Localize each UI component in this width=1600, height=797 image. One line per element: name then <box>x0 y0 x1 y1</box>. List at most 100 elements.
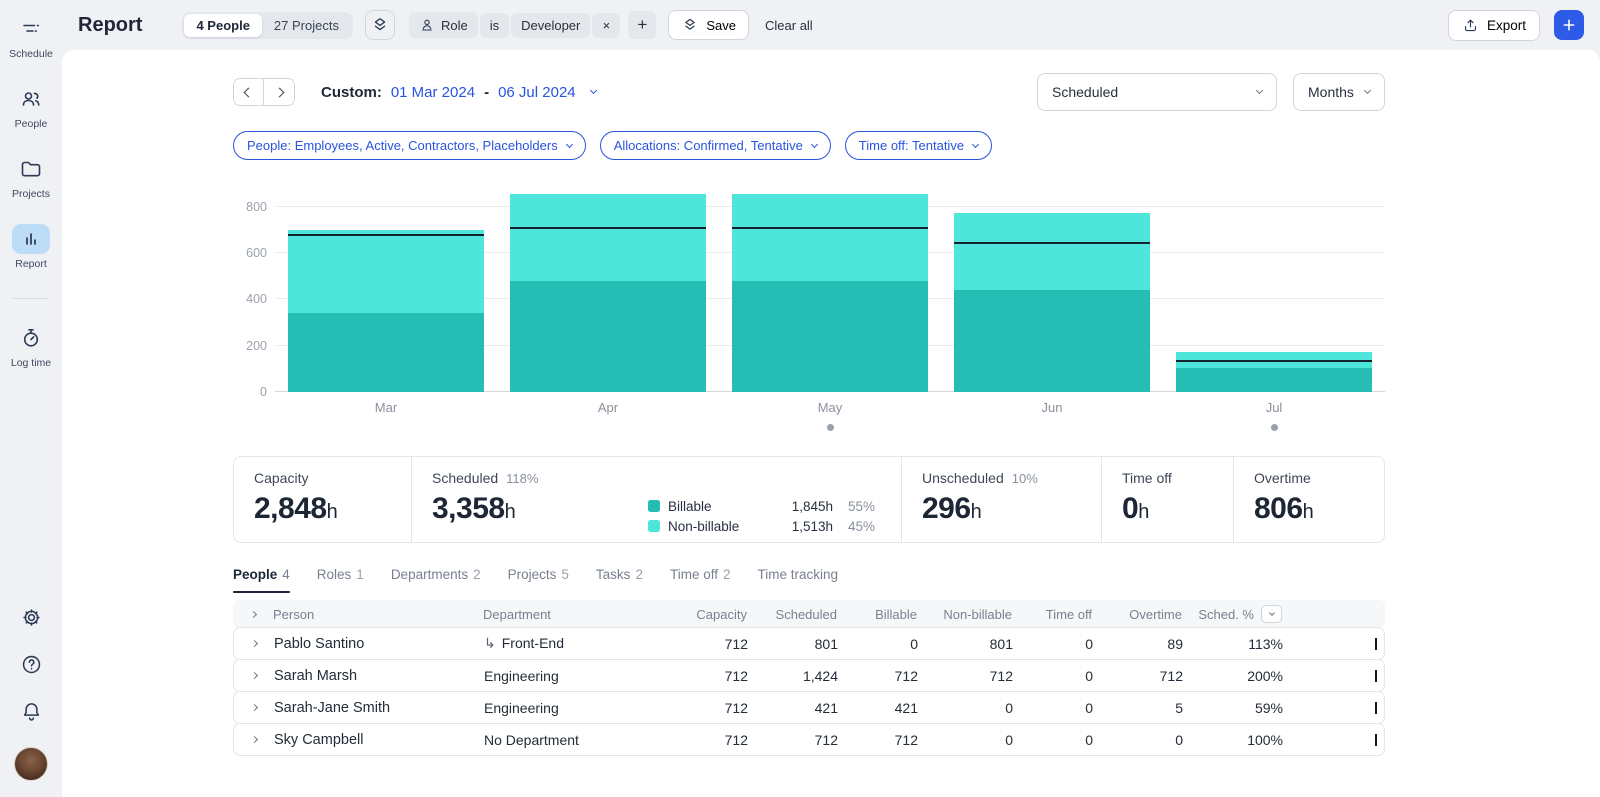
sched-pct-cell: 200% <box>1189 668 1289 684</box>
user-avatar[interactable] <box>14 747 48 781</box>
utilization-bar <box>1289 734 1386 746</box>
filter-pill[interactable]: Time off: Tentative <box>845 131 992 160</box>
sidebar-item-people[interactable]: People <box>12 84 50 130</box>
tab[interactable]: Time tracking <box>757 563 838 593</box>
billable-cell: 712 <box>844 732 924 748</box>
clear-all-button[interactable]: Clear all <box>765 18 813 33</box>
save-button[interactable]: Save <box>668 10 749 40</box>
capacity-line <box>732 227 927 229</box>
sidebar-item-log-time[interactable]: Log time <box>11 323 51 369</box>
time-off-cell: 0 <box>1019 668 1099 684</box>
capacity-line <box>510 227 705 229</box>
overtime-value: 806h <box>1254 492 1384 526</box>
range-chevron-icon[interactable] <box>590 87 597 94</box>
sidebar-item-report[interactable]: Report <box>12 224 50 270</box>
next-period-button[interactable] <box>264 78 295 106</box>
capacity-tick <box>1375 734 1377 746</box>
chart-legend: Billable 1,845h 55% Non-billable 1,513h … <box>648 499 875 534</box>
chart-bar-jul[interactable] <box>1163 186 1385 392</box>
folder-icon <box>12 154 50 184</box>
filter-op-chip[interactable]: is <box>480 13 509 38</box>
start-date[interactable]: 01 Mar 2024 <box>391 84 475 101</box>
x-axis-label: May <box>719 400 941 431</box>
sidebar-divider <box>13 298 49 299</box>
scope-pill-group: 4 People 27 Projects <box>182 12 353 39</box>
expand-row-icon[interactable] <box>234 673 274 678</box>
date-nav <box>233 78 295 106</box>
prev-period-button[interactable] <box>233 78 264 106</box>
notifications-bell-icon[interactable] <box>20 700 43 723</box>
capacity-cell: 712 <box>674 636 754 652</box>
export-button[interactable]: Export <box>1448 10 1540 41</box>
people-scope-pill[interactable]: 4 People <box>184 14 261 37</box>
time-off-cell: 0 <box>1019 700 1099 716</box>
table-row[interactable]: Sky Campbell ↳No Department 712 712 712 … <box>233 723 1385 756</box>
person-name[interactable]: Sarah Marsh <box>274 668 484 684</box>
utilization-bar <box>1289 638 1386 650</box>
overtime-card: Overtime 806h <box>1233 457 1384 542</box>
interval-select[interactable]: Months <box>1293 73 1385 111</box>
chart-bars <box>275 186 1385 392</box>
month-marker-dot[interactable] <box>1271 424 1278 431</box>
people-table: Person Department Capacity Scheduled Bil… <box>233 600 1385 756</box>
overtime-cell: 712 <box>1099 668 1189 684</box>
filter-field-chip[interactable]: Role <box>409 12 478 38</box>
end-date[interactable]: 06 Jul 2024 <box>498 84 576 101</box>
table-row[interactable]: Sarah Marsh ↳Engineering 712 1,424 712 7… <box>233 659 1385 692</box>
tab[interactable]: Tasks 2 <box>596 563 643 593</box>
overtime-cell: 89 <box>1099 636 1189 652</box>
scheduled-cell: 421 <box>754 700 844 716</box>
sched-pct-options-button[interactable] <box>1261 605 1282 623</box>
chart-bar-may[interactable] <box>719 186 941 392</box>
settings-gear-icon[interactable] <box>20 606 43 629</box>
billable-cell: 712 <box>844 668 924 684</box>
table-row[interactable]: Sarah-Jane Smith ↳Engineering 712 421 42… <box>233 691 1385 724</box>
chart-bar-jun[interactable] <box>941 186 1163 392</box>
chart-bar-mar[interactable] <box>275 186 497 392</box>
tab[interactable]: Time off 2 <box>670 563 731 593</box>
capacity-cell: 712 <box>674 668 754 684</box>
scheduled-chart: 0200400600800 <box>233 186 1385 392</box>
person-name[interactable]: Pablo Santino <box>274 636 484 652</box>
month-marker-dot[interactable] <box>827 424 834 431</box>
legend-swatch <box>648 520 660 532</box>
global-add-button[interactable] <box>1554 10 1584 40</box>
filter-pill[interactable]: Allocations: Confirmed, Tentative <box>600 131 831 160</box>
sched-pct-cell: 59% <box>1189 700 1289 716</box>
tab[interactable]: Roles 1 <box>317 563 364 593</box>
department-cell: ↳Front-End <box>484 635 674 652</box>
topbar: Report 4 People 27 Projects Role is Deve… <box>62 0 1600 50</box>
x-axis-label: Jul <box>1163 400 1385 431</box>
table-header: Person Department Capacity Scheduled Bil… <box>233 600 1385 628</box>
help-icon[interactable] <box>20 653 43 676</box>
filter-remove-button[interactable]: × <box>592 13 620 38</box>
tab[interactable]: Departments 2 <box>391 563 481 593</box>
person-name[interactable]: Sarah-Jane Smith <box>274 700 484 716</box>
table-row[interactable]: Pablo Santino ↳Front-End 712 801 0 801 0… <box>233 627 1385 660</box>
expand-row-icon[interactable] <box>234 705 274 710</box>
metric-select[interactable]: Scheduled <box>1037 73 1277 111</box>
saved-views-button[interactable] <box>365 10 395 40</box>
y-axis-tick: 0 <box>260 385 267 399</box>
expand-row-icon[interactable] <box>234 641 274 646</box>
overtime-cell: 5 <box>1099 700 1189 716</box>
sidebar-item-schedule[interactable]: Schedule <box>9 14 53 60</box>
filter-value-chip[interactable]: Developer <box>511 13 590 38</box>
department-cell: ↳Engineering <box>484 700 674 716</box>
report-content: Custom: 01 Mar 2024 - 06 Jul 2024 Schedu… <box>62 50 1600 797</box>
unscheduled-card: Unscheduled10% 296h <box>901 457 1101 542</box>
expand-row-icon[interactable] <box>234 737 274 742</box>
chart-bar-apr[interactable] <box>497 186 719 392</box>
unscheduled-value: 296h <box>922 492 1101 526</box>
expand-all-icon[interactable] <box>233 612 273 617</box>
projects-scope-pill[interactable]: 27 Projects <box>262 14 351 37</box>
tab[interactable]: Projects 5 <box>508 563 569 593</box>
filter-pill[interactable]: People: Employees, Active, Contractors, … <box>233 131 586 160</box>
capacity-line <box>954 242 1149 244</box>
chart-yaxis: 0200400600800 <box>233 186 267 392</box>
tab[interactable]: People 4 <box>233 563 290 593</box>
person-name[interactable]: Sky Campbell <box>274 732 484 748</box>
y-axis-tick: 400 <box>246 292 267 306</box>
sidebar-item-projects[interactable]: Projects <box>12 154 50 200</box>
add-filter-button[interactable]: + <box>628 11 656 39</box>
